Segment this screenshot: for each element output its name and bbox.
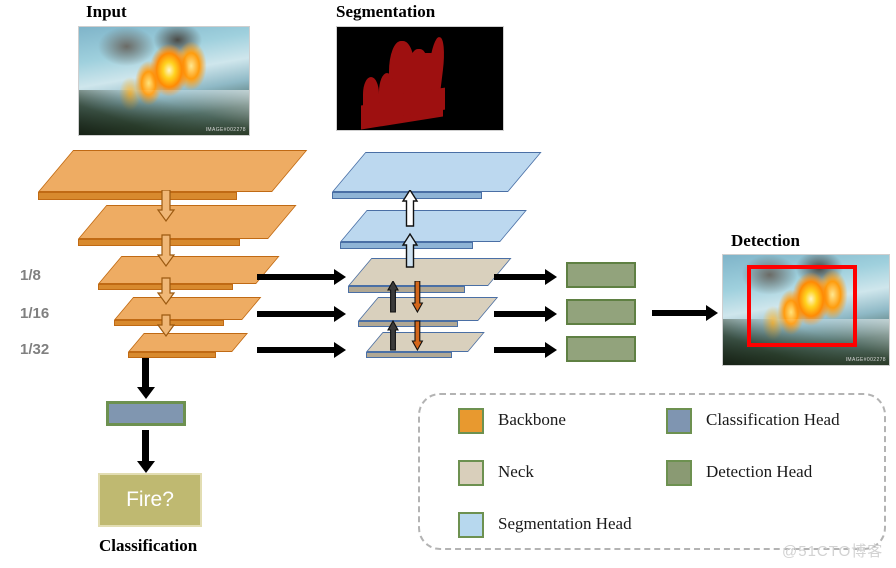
legend-swatch-neck — [458, 460, 484, 486]
backbone-to-clshead-arrow — [136, 358, 155, 399]
neck-to-dethead-arrow-1 — [494, 269, 557, 285]
classification-title: Classification — [99, 536, 198, 555]
slab-top — [78, 205, 297, 239]
classification-output-label: Fire? — [126, 488, 174, 511]
slab-top — [128, 333, 248, 352]
backbone-to-neck-arrow-2 — [257, 306, 346, 322]
input-image: IMAGE#002278 — [78, 26, 250, 136]
backbone-to-neck-arrow-3 — [257, 342, 346, 358]
detection-head-box-3 — [566, 336, 636, 362]
segmentation-head-layer-2 — [340, 210, 527, 249]
input-image-watermark: IMAGE#002278 — [205, 127, 246, 133]
neck-bidirectional-arrows — [387, 281, 424, 352]
detection-title: Detection — [731, 231, 800, 250]
legend-label-detection-head: Detection Head — [706, 462, 813, 481]
site-watermark: @51CTO博客 — [782, 543, 884, 560]
segmentation-head-layer-1 — [332, 152, 542, 199]
legend-label-classification-head: Classification Head — [706, 410, 840, 429]
scale-label-1-8: 1/8 — [20, 267, 41, 284]
neck-to-dethead-arrow-2 — [494, 306, 557, 322]
slab-top — [114, 297, 262, 320]
legend-label-backbone: Backbone — [498, 410, 566, 429]
legend-label-neck: Neck — [498, 462, 534, 481]
slab-top — [38, 150, 308, 192]
backbone-layer-4 — [114, 297, 262, 326]
backbone-to-neck-arrow-1 — [257, 269, 346, 285]
scale-label-1-16: 1/16 — [20, 305, 50, 322]
segmentation-image — [336, 26, 504, 131]
classification-head-box — [106, 401, 186, 426]
legend-swatch-classification-head — [666, 408, 692, 434]
input-fire-photo — [79, 27, 249, 135]
backbone-layer-1 — [38, 150, 308, 200]
neck-to-dethead-arrow-3 — [494, 342, 557, 358]
dethead-to-detection-arrow — [652, 305, 718, 321]
detection-bounding-box — [747, 265, 857, 347]
segmentation-head-upflow-arrows — [401, 190, 419, 268]
slab-top — [332, 152, 542, 192]
slab-top — [340, 210, 527, 242]
backbone-layer-3 — [98, 256, 280, 290]
segmentation-mask-canvas — [337, 27, 503, 130]
legend-swatch-detection-head — [666, 460, 692, 486]
slab-side — [38, 192, 237, 200]
detection-head-box-2 — [566, 299, 636, 325]
classification-output-box[interactable]: Fire? — [98, 473, 202, 527]
legend-swatch-segmentation-head — [458, 512, 484, 538]
segmentation-title: Segmentation — [336, 2, 436, 21]
slab-top — [98, 256, 280, 284]
detection-image-watermark: IMAGE#002278 — [845, 357, 886, 363]
legend-label-segmentation-head: Segmentation Head — [498, 514, 632, 533]
clshead-to-output-arrow — [136, 430, 155, 473]
detection-image: IMAGE#002278 — [722, 254, 890, 366]
detection-head-box-1 — [566, 262, 636, 288]
legend-swatch-backbone — [458, 408, 484, 434]
backbone-downflow-arrows — [156, 190, 176, 338]
input-title: Input — [86, 2, 127, 21]
backbone-layer-5 — [128, 333, 248, 358]
scale-label-1-32: 1/32 — [20, 341, 50, 358]
